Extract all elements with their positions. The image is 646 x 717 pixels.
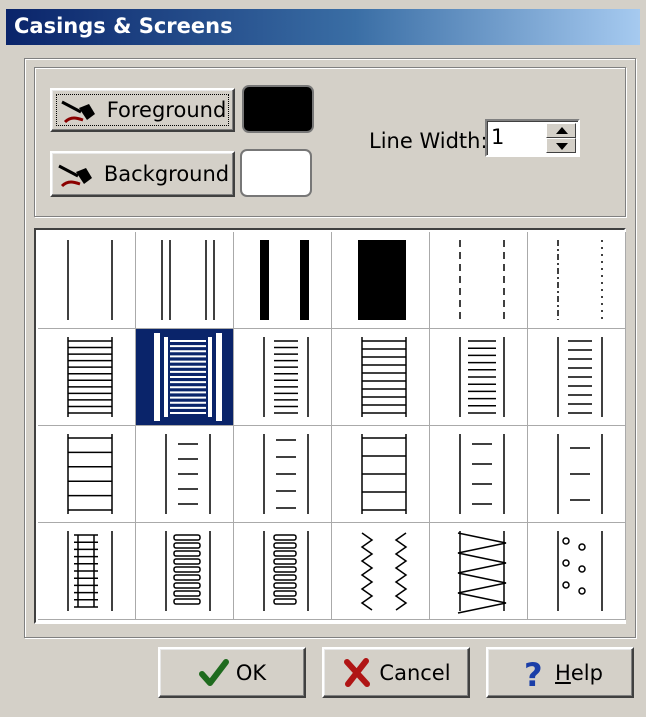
line-width-spinner[interactable]: 1 bbox=[485, 119, 580, 157]
ok-button[interactable]: OK bbox=[158, 647, 306, 698]
pattern-cell-4[interactable] bbox=[332, 232, 430, 329]
pattern-21-icon bbox=[263, 531, 309, 611]
pattern-5-icon bbox=[459, 240, 505, 320]
pattern-11-icon bbox=[459, 337, 505, 417]
pattern-cell-5[interactable] bbox=[430, 232, 528, 329]
pattern-14-icon bbox=[165, 434, 211, 514]
pattern-cell-1[interactable] bbox=[38, 232, 136, 329]
foreground-button[interactable]: Foreground bbox=[50, 88, 235, 132]
pattern-15-icon bbox=[263, 434, 309, 514]
checkmark-icon bbox=[198, 658, 229, 686]
pattern-20-icon bbox=[165, 531, 211, 611]
pattern-cell-12[interactable] bbox=[528, 329, 626, 426]
focus-rectangle bbox=[56, 94, 229, 126]
pattern-13-icon bbox=[67, 434, 113, 514]
window-title: Casings & Screens bbox=[14, 14, 233, 38]
pattern-cell-7[interactable] bbox=[38, 329, 136, 426]
pattern-22-icon bbox=[360, 532, 408, 611]
help-label-rest: elp bbox=[570, 660, 603, 685]
x-icon bbox=[344, 657, 371, 687]
help-button[interactable]: ? Help bbox=[486, 647, 634, 698]
title-bar: Casings & Screens bbox=[6, 9, 640, 45]
pattern-3-icon bbox=[260, 240, 309, 320]
spinner-down-button[interactable] bbox=[546, 138, 576, 153]
arrow-down-icon bbox=[556, 143, 568, 150]
pattern-6-icon bbox=[557, 240, 603, 320]
pattern-cell-3[interactable] bbox=[234, 232, 332, 329]
ok-label: OK bbox=[235, 660, 267, 685]
svg-text:?: ? bbox=[524, 657, 543, 689]
spinner-up-button[interactable] bbox=[546, 123, 576, 138]
pattern-18-icon bbox=[557, 434, 603, 514]
background-color-swatch[interactable] bbox=[240, 149, 312, 197]
pattern-cell-10[interactable] bbox=[332, 329, 430, 426]
pattern-cell-20[interactable] bbox=[136, 523, 234, 620]
pattern-16-icon bbox=[361, 434, 407, 514]
pattern-cell-14[interactable] bbox=[136, 426, 234, 523]
pattern-24-icon bbox=[557, 531, 603, 611]
pattern-cell-24[interactable] bbox=[528, 523, 626, 620]
pattern-17-icon bbox=[459, 434, 505, 514]
pattern-cell-18[interactable] bbox=[528, 426, 626, 523]
pattern-cell-21[interactable] bbox=[234, 523, 332, 620]
pattern-10-icon bbox=[361, 337, 407, 417]
arrow-up-icon bbox=[556, 127, 568, 134]
background-button[interactable]: Background bbox=[50, 151, 235, 197]
paint-brush-icon bbox=[58, 164, 92, 188]
pattern-7-icon bbox=[67, 337, 113, 417]
pattern-grid bbox=[38, 232, 626, 620]
line-width-value[interactable]: 1 bbox=[491, 125, 504, 149]
help-label: Help bbox=[555, 661, 603, 685]
casings-screens-dialog: Casings & Screens Foreground Background … bbox=[0, 0, 646, 717]
question-mark-icon: ? bbox=[524, 657, 543, 689]
pattern-9-icon bbox=[263, 337, 309, 417]
cancel-label: Cancel bbox=[379, 660, 451, 685]
pattern-1-icon bbox=[67, 240, 113, 320]
help-mnemonic: H bbox=[555, 660, 571, 685]
foreground-color-swatch[interactable] bbox=[242, 85, 314, 133]
pattern-cell-2[interactable] bbox=[136, 232, 234, 329]
pattern-cell-8[interactable] bbox=[136, 329, 234, 426]
background-label: Background bbox=[103, 162, 230, 186]
pattern-cell-15[interactable] bbox=[234, 426, 332, 523]
pattern-4-icon bbox=[358, 240, 406, 320]
pattern-8-icon bbox=[154, 333, 222, 421]
pattern-cell-16[interactable] bbox=[332, 426, 430, 523]
pattern-cell-9[interactable] bbox=[234, 329, 332, 426]
pattern-cell-11[interactable] bbox=[430, 329, 528, 426]
pattern-19-icon bbox=[67, 531, 113, 611]
pattern-cell-13[interactable] bbox=[38, 426, 136, 523]
cancel-button[interactable]: Cancel bbox=[322, 647, 470, 698]
pattern-cell-22[interactable] bbox=[332, 523, 430, 620]
pattern-23-icon bbox=[457, 531, 507, 614]
pattern-grid-frame bbox=[34, 228, 626, 624]
pattern-cell-19[interactable] bbox=[38, 523, 136, 620]
line-width-label: Line Width: bbox=[369, 129, 488, 153]
pattern-2-icon bbox=[161, 240, 215, 320]
pattern-cell-6[interactable] bbox=[528, 232, 626, 329]
spinner-buttons bbox=[546, 123, 576, 153]
pattern-cell-23[interactable] bbox=[430, 523, 528, 620]
pattern-cell-17[interactable] bbox=[430, 426, 528, 523]
pattern-12-icon bbox=[557, 337, 603, 417]
